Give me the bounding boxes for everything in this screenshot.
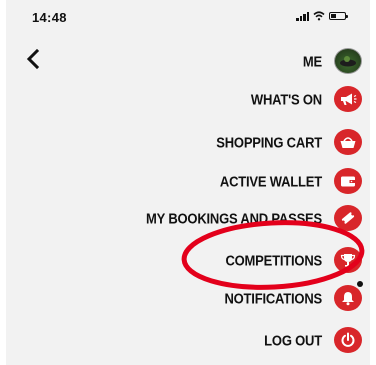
menu-item-competitions[interactable]: COMPETITIONS: [225, 245, 362, 275]
trophy-icon: [334, 247, 362, 273]
avatar-icon: [334, 48, 362, 74]
shopping-basket-icon: [334, 129, 362, 155]
back-button[interactable]: [23, 47, 43, 71]
menu-item-label: COMPETITIONS: [225, 251, 322, 269]
menu-item-label: NOTIFICATIONS: [224, 289, 322, 307]
status-bar: 14:48: [6, 0, 370, 36]
wallet-icon: [334, 168, 362, 194]
menu-item-label: SHOPPING CART: [216, 133, 322, 151]
wifi-icon: [313, 11, 325, 21]
cellular-signal-icon: [296, 11, 309, 21]
menu-screen: 14:48 ME WHAT'S ON SHOPPING CART ACTIVE …: [6, 0, 370, 365]
menu-item-my-bookings[interactable]: MY BOOKINGS AND PASSES: [146, 203, 362, 233]
menu-item-log-out[interactable]: LOG OUT: [264, 325, 362, 355]
menu-item-label: WHAT'S ON: [250, 90, 322, 108]
menu-item-notifications[interactable]: NOTIFICATIONS: [224, 281, 363, 313]
status-icons: [296, 11, 348, 21]
ticket-icon: [334, 205, 362, 231]
status-time: 14:48: [32, 10, 67, 25]
menu-item-label: MY BOOKINGS AND PASSES: [146, 209, 322, 227]
megaphone-icon: [334, 86, 362, 112]
menu-item-label: ACTIVE WALLET: [219, 172, 322, 190]
power-icon: [334, 327, 362, 353]
menu-item-label: ME: [302, 52, 322, 70]
menu-item-label: LOG OUT: [264, 331, 322, 349]
menu-item-shopping-cart[interactable]: SHOPPING CART: [216, 127, 362, 157]
menu-item-active-wallet[interactable]: ACTIVE WALLET: [220, 166, 362, 196]
battery-icon: [329, 12, 348, 20]
bell-icon: [334, 281, 363, 311]
notification-dot-icon: [357, 281, 363, 287]
menu-item-me[interactable]: ME: [303, 46, 362, 76]
menu-item-whats-on[interactable]: WHAT'S ON: [251, 84, 362, 114]
